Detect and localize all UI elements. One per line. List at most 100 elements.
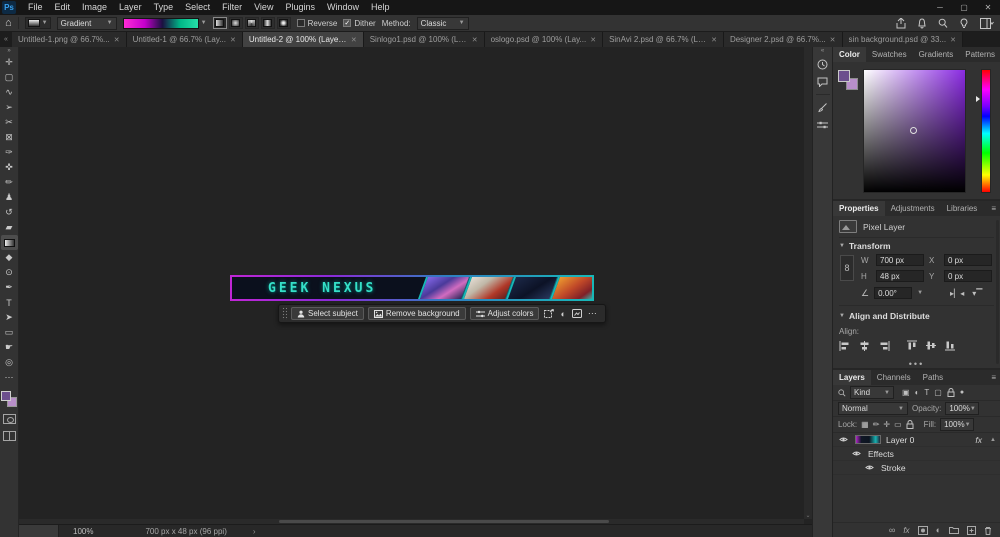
visibility-eye-icon[interactable] <box>863 464 876 471</box>
radial-gradient-button[interactable] <box>229 17 243 29</box>
layer-row-stroke[interactable]: Stroke <box>833 461 1000 475</box>
document-tab[interactable]: SinAvi 2.psd @ 66.7% (La...✕ <box>603 32 724 47</box>
adjust-colors-button[interactable]: Adjust colors <box>470 307 540 320</box>
dock-expand-icon[interactable]: « <box>821 47 824 55</box>
tab-close-icon[interactable]: ✕ <box>711 36 717 44</box>
collapse-effects-icon[interactable]: ▲ <box>990 437 996 443</box>
remove-background-button[interactable]: Remove background <box>368 307 466 320</box>
layers-tab-paths[interactable]: Paths <box>917 370 949 385</box>
tab-close-icon[interactable]: ✕ <box>114 36 120 44</box>
opacity-dropdown[interactable]: 100% ▼ <box>945 402 979 415</box>
align-bottom-icon[interactable] <box>945 340 955 351</box>
type-tool[interactable]: T <box>1 295 18 310</box>
hue-slider-pointer[interactable] <box>976 96 980 102</box>
dodge-tool[interactable]: ⊙ <box>1 265 18 280</box>
healing-brush-tool[interactable]: ✜ <box>1 160 18 175</box>
lock-transparent-pixels-icon[interactable]: ▦ <box>861 420 869 429</box>
align-center-horizontal-icon[interactable] <box>859 341 870 351</box>
tab-overflow-icon[interactable]: « <box>0 32 12 47</box>
adjustment-contrast-icon[interactable]: ◐ <box>559 309 566 319</box>
scrollbar-thumb[interactable] <box>279 520 609 523</box>
gradient-picker[interactable]: ▼ <box>123 18 207 29</box>
height-field[interactable] <box>876 270 924 282</box>
select-subject-button[interactable]: Select subject <box>291 307 364 320</box>
add-layer-mask-icon[interactable] <box>918 526 928 535</box>
tab-close-icon[interactable]: ✕ <box>590 36 596 44</box>
tab-close-icon[interactable]: ✕ <box>351 36 357 44</box>
tool-preset-picker[interactable]: ▼ <box>25 17 51 29</box>
history-icon[interactable] <box>813 55 833 73</box>
rotation-field[interactable] <box>874 287 912 299</box>
color-tab-gradients[interactable]: Gradients <box>913 47 960 62</box>
close-icon[interactable]: ✕ <box>976 0 1000 15</box>
minimize-icon[interactable]: ─ <box>928 0 952 15</box>
color-tab-color[interactable]: Color <box>833 47 866 62</box>
lock-image-pixels-icon[interactable]: ✏ <box>873 420 880 429</box>
document-tab[interactable]: oslogo.psd @ 100% (Lay...✕ <box>485 32 603 47</box>
generative-image-icon[interactable] <box>571 309 583 318</box>
layer-thumbnail[interactable] <box>855 435 881 444</box>
marquee-tool[interactable]: ▢ <box>1 70 18 85</box>
reflected-gradient-button[interactable] <box>261 17 275 29</box>
menu-layer[interactable]: Layer <box>113 0 148 15</box>
hue-slider[interactable] <box>981 69 991 193</box>
new-adjustment-layer-icon[interactable]: ◐ <box>936 525 941 535</box>
more-options-icon[interactable]: ••• <box>839 359 994 369</box>
share-icon[interactable] <box>896 18 906 29</box>
y-field[interactable] <box>944 270 992 282</box>
delete-layer-trash-icon[interactable] <box>984 526 992 535</box>
zoom-tool[interactable]: ◎ <box>1 355 18 370</box>
layer-row-layer-0[interactable]: Layer 0fx▲ <box>833 433 1000 447</box>
flip-horizontal-icon[interactable]: ▸▏◂ <box>950 289 964 298</box>
reverse-checkbox[interactable] <box>297 19 305 27</box>
filter-smart-objects-icon[interactable] <box>947 388 955 397</box>
toolbar-expand-icon[interactable]: » <box>7 47 10 55</box>
align-left-icon[interactable] <box>839 341 850 351</box>
workspace-switcher-icon[interactable] <box>980 18 994 29</box>
adjustments-panel-icon[interactable] <box>813 116 833 134</box>
align-section-header[interactable]: ▼ Align and Distribute <box>839 308 994 324</box>
align-right-icon[interactable] <box>879 341 890 351</box>
properties-tab-libraries[interactable]: Libraries <box>941 201 984 216</box>
color-cursor[interactable] <box>910 127 917 134</box>
canvas-area[interactable]: GEEK NEXUS Select subject <box>19 47 812 537</box>
fill-dropdown[interactable]: 100% ▼ <box>940 418 974 431</box>
tab-close-icon[interactable]: ✕ <box>830 36 836 44</box>
chevron-down-icon[interactable]: ▼ <box>917 290 923 296</box>
panel-scrollbar[interactable] <box>996 220 999 364</box>
eyedropper-tool[interactable]: ✑ <box>1 145 18 160</box>
document-tab[interactable]: sin background.psd @ 33...✕ <box>843 32 963 47</box>
panel-menu-icon[interactable]: ≡ <box>991 370 1000 385</box>
document-tab[interactable]: Designer 2.psd @ 66.7%...✕ <box>724 32 843 47</box>
path-selection-tool[interactable]: ➤ <box>1 310 18 325</box>
visibility-eye-icon[interactable] <box>850 450 863 457</box>
layer-style-fx-icon[interactable]: fx <box>903 526 909 535</box>
lasso-tool[interactable]: ∿ <box>1 85 18 100</box>
screen-mode-icon[interactable] <box>3 431 16 441</box>
layers-tab-layers[interactable]: Layers <box>833 370 871 385</box>
angle-gradient-button[interactable] <box>245 17 259 29</box>
properties-tab-properties[interactable]: Properties <box>833 201 885 216</box>
edit-toolbar[interactable]: ⋯ <box>1 370 18 385</box>
home-icon[interactable]: ⌂ <box>5 18 12 29</box>
foreground-color-swatch[interactable] <box>838 70 850 82</box>
method-dropdown[interactable]: Classic ▼ <box>417 17 469 30</box>
status-expand-icon[interactable]: › <box>253 527 256 536</box>
discover-lightbulb-icon[interactable] <box>959 18 969 29</box>
eraser-tool[interactable]: ▰ <box>1 220 18 235</box>
lock-all-icon[interactable] <box>906 420 914 429</box>
linear-gradient-button[interactable] <box>213 17 227 29</box>
layers-tab-channels[interactable]: Channels <box>871 370 917 385</box>
align-top-icon[interactable] <box>907 340 917 351</box>
object-selection-tool[interactable]: ➢ <box>1 100 18 115</box>
flip-vertical-icon[interactable]: ▾▔ <box>972 289 982 298</box>
color-tab-swatches[interactable]: Swatches <box>866 47 913 62</box>
lock-position-icon[interactable]: ✛ <box>883 420 890 429</box>
saturation-brightness-field[interactable] <box>863 69 966 193</box>
panel-menu-icon[interactable]: ≡ <box>991 201 1000 216</box>
more-options-icon[interactable]: ⋯ <box>587 308 598 319</box>
frame-tool[interactable]: ⊠ <box>1 130 18 145</box>
clone-stamp-tool[interactable]: ♟ <box>1 190 18 205</box>
pen-tool[interactable]: ✒ <box>1 280 18 295</box>
x-field[interactable] <box>944 254 992 266</box>
